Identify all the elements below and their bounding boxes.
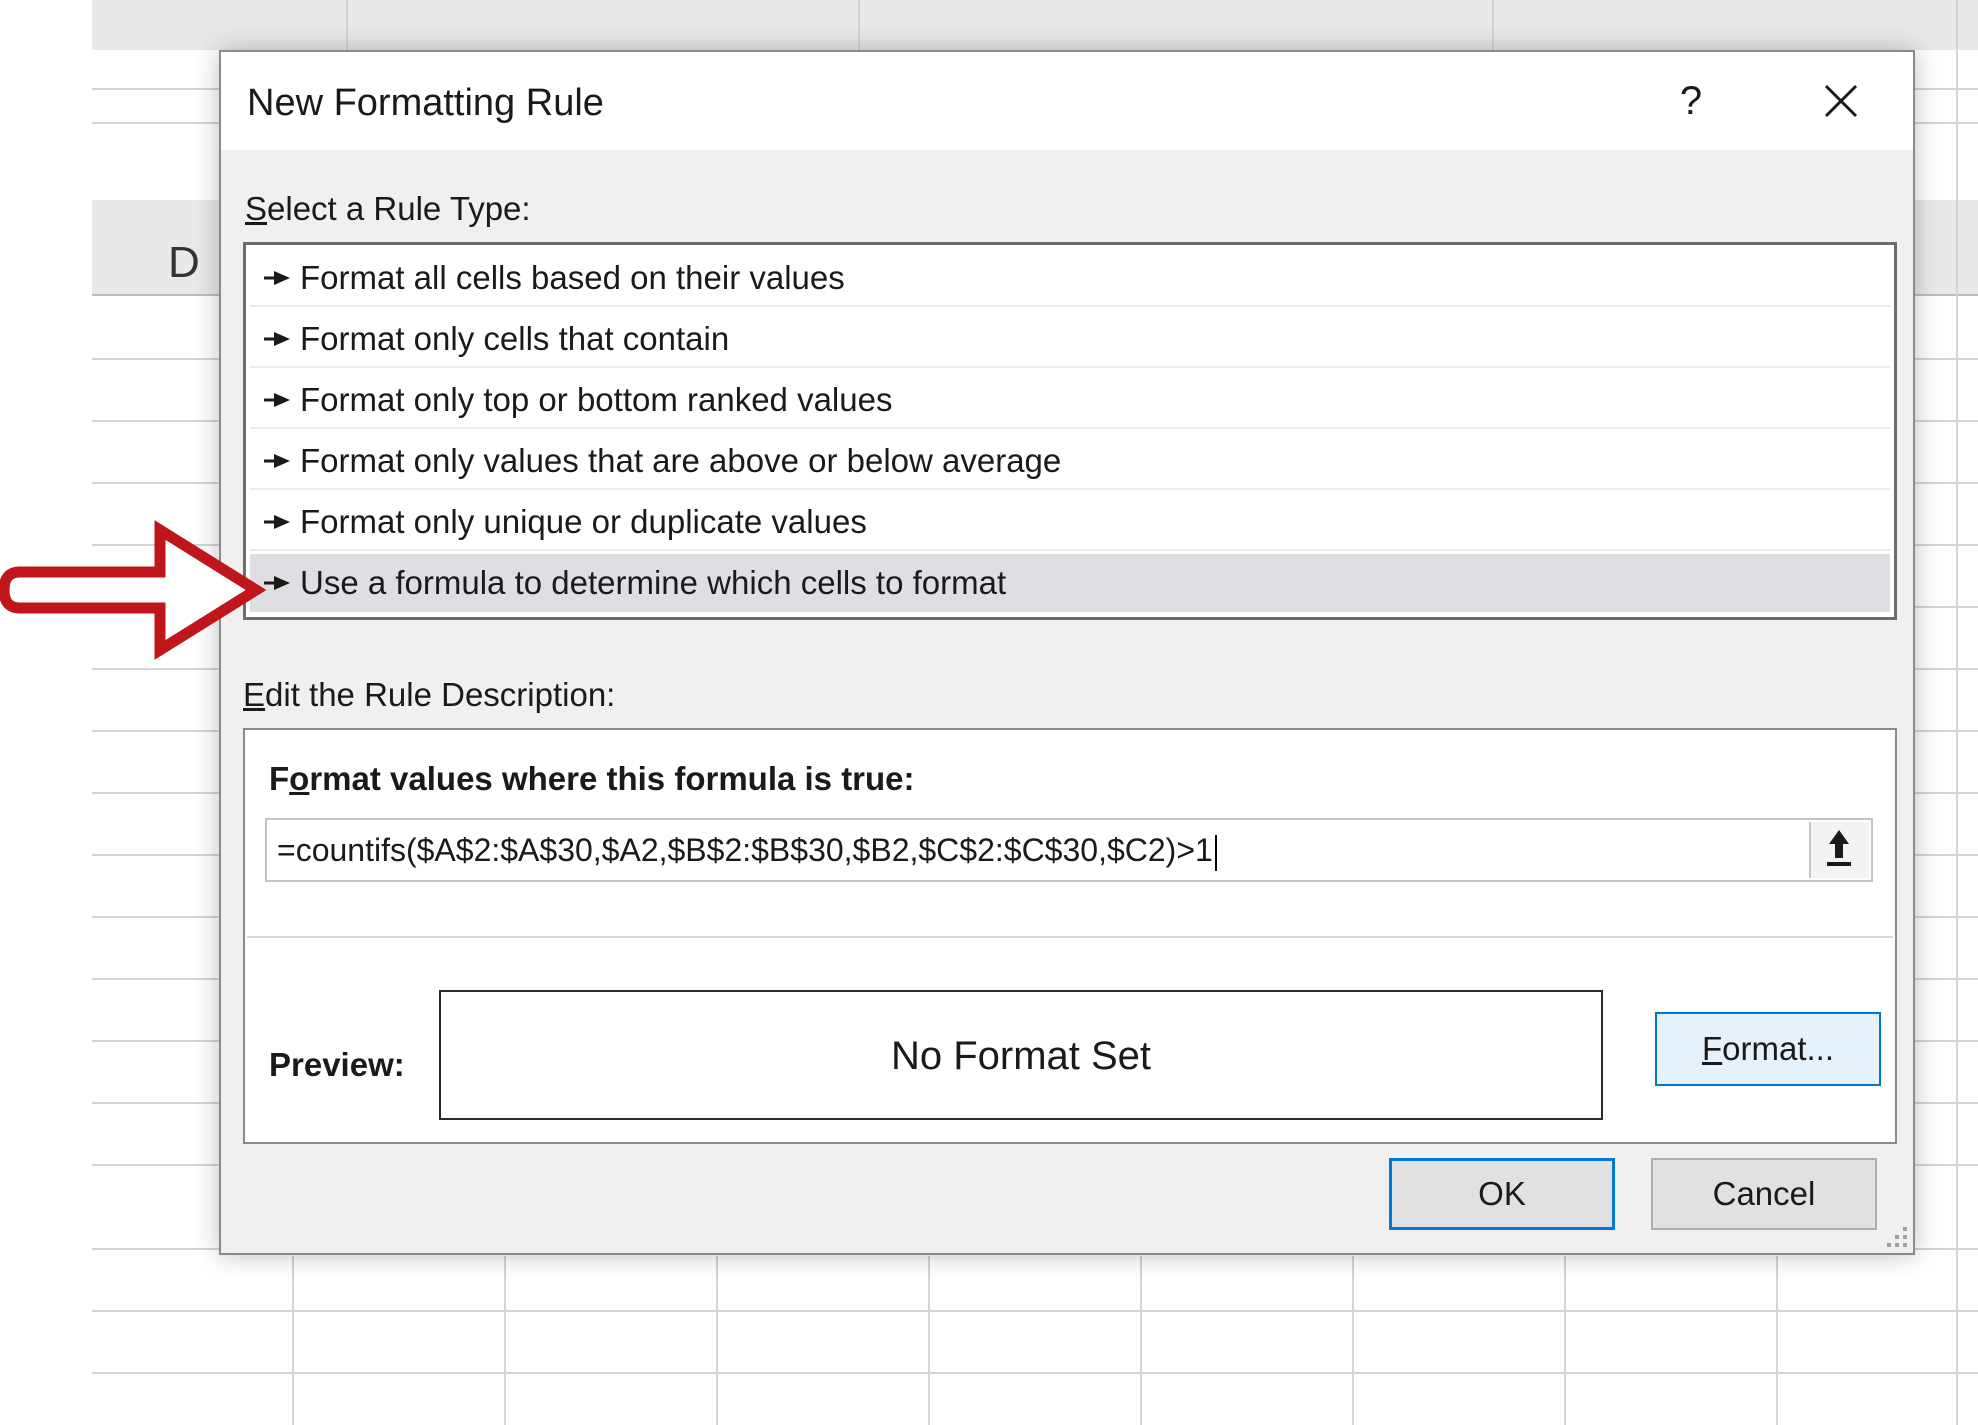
rule-type-item[interactable]: Format all cells based on their values (250, 249, 1890, 307)
rule-type-label: Format all cells based on their values (300, 259, 845, 296)
help-button[interactable]: ? (1661, 76, 1721, 126)
rule-type-label: Format only cells that contain (300, 320, 730, 357)
format-button[interactable]: Format... (1655, 1012, 1881, 1086)
formula-heading-rest: rmat values where this formula is true: (309, 760, 915, 797)
right-triangle-arrow-icon (264, 454, 290, 468)
rule-type-label-rest: elect a Rule Type: (267, 190, 531, 227)
rule-type-item[interactable]: Format only values that are above or bel… (250, 432, 1890, 490)
formula-heading-pre: F (269, 760, 290, 797)
formula-heading-key: o (289, 760, 310, 797)
rule-type-item[interactable]: Format only unique or duplicate values (250, 493, 1890, 551)
rule-description-panel: Format values where this formula is true… (243, 728, 1897, 1144)
ribbon-band (92, 0, 1978, 50)
rule-type-label: Format only unique or duplicate values (300, 503, 867, 540)
format-button-key: F (1701, 1030, 1723, 1067)
formula-text: =countifs($A$2:$A$30,$A2,$B$2:$B$30,$B2,… (277, 832, 1213, 868)
collapse-dialog-icon (1827, 830, 1851, 866)
rule-type-label: Format only values that are above or bel… (300, 442, 1062, 479)
grid-line (346, 0, 348, 50)
column-header-d[interactable]: D (168, 238, 200, 288)
grid-line (1140, 1256, 1142, 1425)
grid-line (858, 0, 860, 50)
grid-line (1776, 1256, 1778, 1425)
rule-type-item-selected[interactable]: Use a formula to determine which cells t… (250, 554, 1890, 612)
collapse-dialog-button[interactable] (1809, 822, 1869, 878)
right-triangle-arrow-icon (264, 393, 290, 407)
formula-heading: Format values where this formula is true… (269, 760, 915, 798)
formula-input[interactable]: =countifs($A$2:$A$30,$A2,$B$2:$B$30,$B2,… (265, 818, 1873, 882)
grid-line (1492, 0, 1494, 50)
ok-button[interactable]: OK (1389, 1158, 1615, 1230)
close-button[interactable] (1811, 74, 1871, 128)
divider (247, 936, 1893, 938)
preview-text: No Format Set (890, 1034, 1152, 1078)
rule-type-item[interactable]: Format only top or bottom ranked values (250, 371, 1890, 429)
grid-line (928, 1256, 930, 1425)
edit-label-rest: dit the Rule Description: (265, 676, 616, 713)
rule-type-list[interactable]: Format all cells based on their values F… (243, 242, 1897, 620)
preview-label: Preview: (269, 1046, 405, 1083)
grid-line (92, 1372, 1978, 1374)
rule-type-label: Select a Rule Type: (245, 190, 531, 228)
grid-line (1352, 1256, 1354, 1425)
grid-line (1564, 1256, 1566, 1425)
rule-type-label: Use a formula to determine which cells t… (300, 564, 1007, 601)
edit-rule-description-label: Edit the Rule Description: (243, 676, 615, 714)
dialog-titlebar[interactable]: New Formatting Rule ? (221, 52, 1913, 150)
grid-line (292, 1256, 294, 1425)
grid-line (1956, 0, 1958, 1425)
annotation-arrow-icon (0, 520, 267, 660)
rule-type-item[interactable]: Format only cells that contain (250, 310, 1890, 368)
right-triangle-arrow-icon (264, 332, 290, 346)
format-button-rest: ormat... (1722, 1030, 1835, 1067)
right-triangle-arrow-icon (264, 271, 290, 285)
text-caret (1214, 834, 1217, 871)
resize-grip-icon[interactable] (1881, 1221, 1911, 1251)
grid-line (92, 1310, 1978, 1312)
new-formatting-rule-dialog: New Formatting Rule ? Select a Rule Type… (219, 50, 1915, 1255)
rule-type-label-key: S (245, 190, 268, 227)
rule-type-label: Format only top or bottom ranked values (300, 381, 893, 418)
cancel-button[interactable]: Cancel (1651, 1158, 1877, 1230)
grid-line (504, 1256, 506, 1425)
edit-label-key: E (243, 676, 266, 713)
preview-box: No Format Set (439, 990, 1603, 1120)
dialog-title: New Formatting Rule (247, 82, 604, 124)
formula-value: =countifs($A$2:$A$30,$A2,$B$2:$B$30,$B2,… (277, 832, 1217, 871)
close-icon (1824, 84, 1858, 118)
grid-line (716, 1256, 718, 1425)
